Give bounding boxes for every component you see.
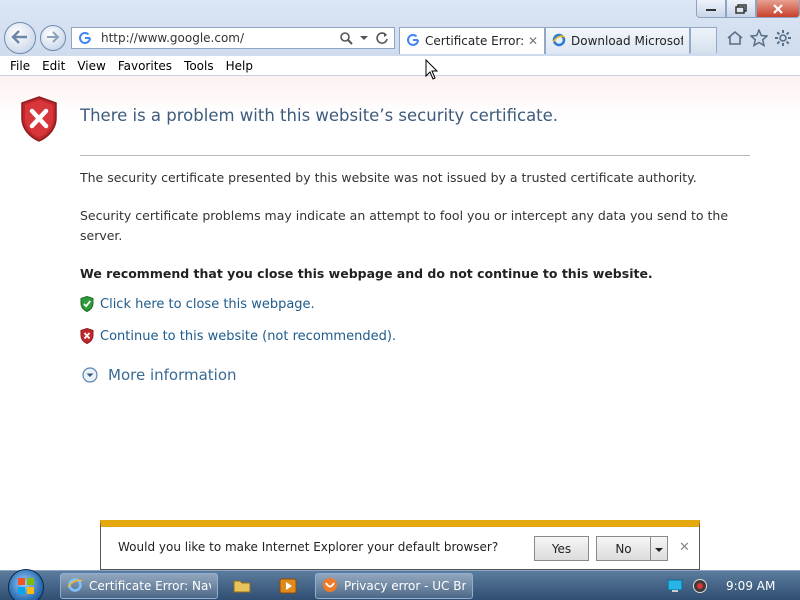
ie-icon — [67, 577, 83, 596]
certificate-explanation: The security certificate presented by th… — [80, 170, 697, 185]
favorites-star-icon[interactable] — [749, 28, 769, 48]
tab-download-microsoft[interactable]: Download Microsof... — [545, 27, 690, 54]
search-dropdown-icon[interactable] — [356, 30, 372, 46]
restore-icon — [735, 3, 747, 14]
menu-file[interactable]: File — [4, 59, 36, 73]
ie-icon — [552, 33, 566, 50]
page-content: There is a problem with this website’s s… — [0, 76, 800, 570]
url-text[interactable]: http://www.google.com/ — [101, 31, 338, 45]
tab-label: Download Microsof... — [571, 34, 683, 48]
tray-display-icon[interactable] — [664, 575, 686, 597]
minimize-button[interactable] — [696, 0, 726, 18]
taskbar-item-label: Privacy error - UC Br... — [344, 579, 466, 593]
close-webpage-link-row: Click here to close this webpage. — [80, 296, 315, 312]
menu-help[interactable]: Help — [220, 59, 259, 73]
taskbar: Certificate Error: Nav... Privacy error … — [0, 569, 800, 600]
media-player-icon[interactable] — [277, 575, 299, 597]
mouse-cursor-icon — [425, 58, 439, 84]
tab-certificate-error[interactable]: Certificate Error: ... ✕ — [399, 27, 545, 54]
taskbar-item-label: Certificate Error: Nav... — [89, 579, 211, 593]
forward-arrow-icon — [46, 30, 60, 46]
restore-button[interactable] — [726, 0, 756, 18]
tab-close-icon[interactable]: ✕ — [528, 34, 538, 48]
notification-close-icon[interactable]: ✕ — [679, 540, 690, 555]
close-webpage-link[interactable]: Click here to close this webpage. — [100, 297, 315, 312]
security-warning-text: Security certificate problems may indica… — [80, 208, 729, 243]
close-icon — [772, 3, 784, 14]
address-bar[interactable]: http://www.google.com/ — [71, 27, 395, 49]
search-icon[interactable] — [338, 30, 354, 46]
refresh-icon[interactable] — [374, 30, 390, 46]
page-title: There is a problem with this website’s s… — [80, 106, 559, 125]
settings-gear-icon[interactable] — [773, 28, 793, 48]
menu-favorites[interactable]: Favorites — [112, 59, 178, 73]
back-arrow-icon — [11, 29, 29, 47]
security-shield-error-icon — [20, 96, 58, 145]
taskbar-item-ie[interactable]: Certificate Error: Nav... — [60, 573, 218, 599]
continue-link-row: Continue to this website (not recommende… — [80, 328, 396, 344]
folder-icon[interactable] — [231, 575, 253, 597]
menu-tools[interactable]: Tools — [178, 59, 220, 73]
tab-label: Certificate Error: ... — [425, 34, 524, 48]
no-options-dropdown[interactable] — [650, 536, 668, 561]
home-icon[interactable] — [725, 28, 745, 48]
no-button[interactable]: No — [596, 536, 651, 561]
new-tab-button[interactable] — [690, 27, 717, 53]
close-window-button[interactable] — [756, 0, 800, 18]
notification-message: Would you like to make Internet Explorer… — [118, 540, 499, 554]
title-divider — [80, 155, 750, 156]
minimize-icon — [705, 6, 717, 12]
menu-bar: File Edit View Favorites Tools Help — [0, 56, 800, 76]
windows-logo-icon — [17, 577, 35, 598]
more-information-label: More information — [108, 366, 237, 384]
menu-view[interactable]: View — [71, 59, 111, 73]
google-favicon-icon — [77, 30, 93, 46]
green-shield-check-icon — [80, 296, 94, 312]
back-button[interactable] — [4, 22, 36, 54]
uc-browser-icon — [322, 577, 338, 596]
system-clock: 9:09 AM — [726, 579, 776, 593]
recommendation-text: We recommend that you close this webpage… — [80, 266, 653, 281]
forward-button[interactable] — [40, 25, 66, 51]
taskbar-item-uc-browser[interactable]: Privacy error - UC Br... — [315, 573, 473, 599]
continue-to-website-link[interactable]: Continue to this website (not recommende… — [100, 329, 396, 344]
menu-edit[interactable]: Edit — [36, 59, 71, 73]
red-shield-x-icon — [80, 328, 94, 344]
default-browser-notification: Would you like to make Internet Explorer… — [100, 520, 700, 570]
chevron-down-icon — [655, 542, 663, 556]
start-button[interactable] — [8, 569, 44, 600]
yes-button[interactable]: Yes — [534, 536, 589, 561]
more-information-toggle[interactable]: More information — [82, 366, 237, 384]
expand-chevron-icon — [82, 367, 98, 383]
google-icon — [406, 33, 420, 50]
window-controls — [696, 0, 800, 18]
browser-titlebar: http://www.google.com/ Certificate Error… — [0, 0, 800, 56]
tray-volume-icon[interactable] — [689, 575, 711, 597]
